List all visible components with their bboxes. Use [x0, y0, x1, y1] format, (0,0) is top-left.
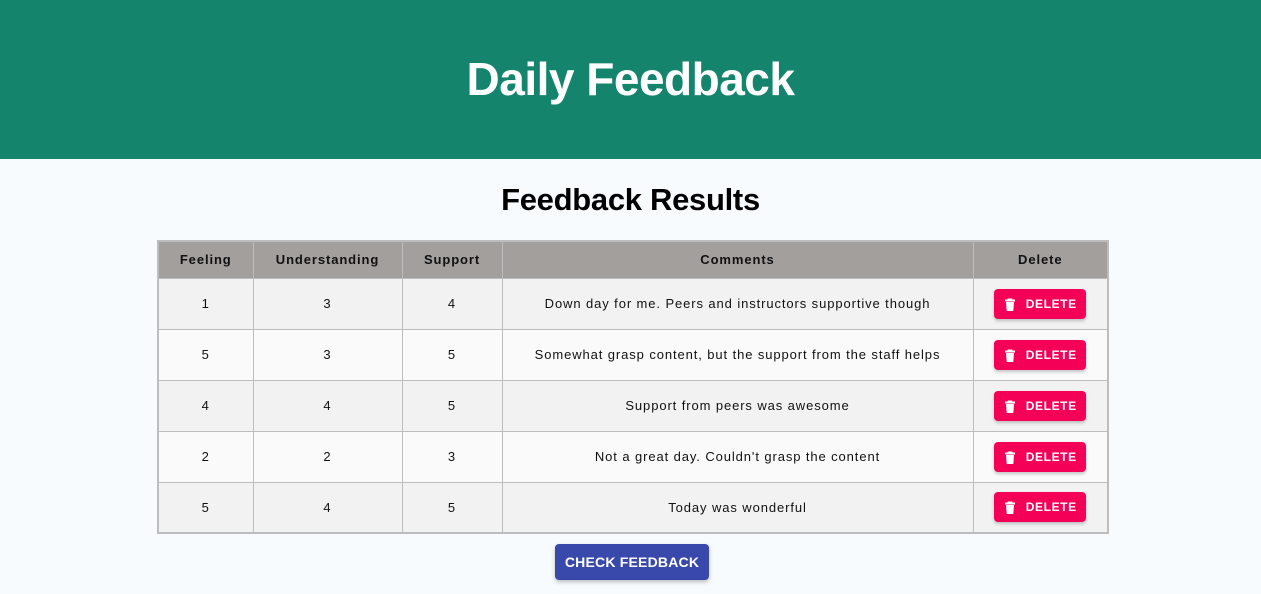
- feeling-cell: 1: [157, 277, 254, 330]
- delete-label: DELETE: [1025, 296, 1077, 311]
- comments-cell: Not a great day. Couldn't grasp the cont…: [501, 430, 974, 483]
- comments-cell: Somewhat grasp content, but the support …: [501, 328, 974, 381]
- delete-button[interactable]: DELETE: [994, 492, 1087, 523]
- understanding-cell: 4: [252, 481, 403, 534]
- column-header-feeling: Feeling: [157, 240, 254, 279]
- understanding-cell: 3: [252, 328, 403, 381]
- table-header-row: Feeling Understanding Support Comments D…: [157, 240, 1109, 279]
- delete-button[interactable]: DELETE: [994, 441, 1087, 472]
- table-row: 5 3 5 Somewhat grasp content, but the su…: [157, 328, 1109, 381]
- feeling-cell: 5: [157, 481, 254, 534]
- column-header-comments: Comments: [501, 240, 974, 279]
- comments-cell: Down day for me. Peers and instructors s…: [501, 277, 974, 330]
- table-row: 5 4 5 Today was wonderful DELETE: [157, 481, 1109, 534]
- trash-icon: [1004, 400, 1015, 413]
- column-header-support: Support: [401, 240, 503, 279]
- support-cell: 3: [401, 430, 503, 483]
- results-title: Feedback Results: [501, 182, 760, 217]
- delete-cell: DELETE: [972, 328, 1109, 381]
- support-cell: 5: [401, 481, 503, 534]
- app-header: Daily Feedback: [0, 0, 1261, 159]
- table-row: 2 2 3 Not a great day. Couldn't grasp th…: [157, 430, 1109, 483]
- trash-icon: [1004, 349, 1015, 362]
- delete-label: DELETE: [1025, 500, 1077, 515]
- support-cell: 4: [401, 277, 503, 330]
- feedback-results-table: Feeling Understanding Support Comments D…: [157, 240, 1109, 534]
- support-cell: 5: [401, 379, 503, 432]
- trash-icon: [1004, 451, 1015, 464]
- delete-cell: DELETE: [972, 277, 1109, 330]
- delete-cell: DELETE: [972, 379, 1109, 432]
- delete-label: DELETE: [1025, 449, 1077, 464]
- check-feedback-button[interactable]: CHECK FEEDBACK: [555, 544, 709, 580]
- support-cell: 5: [401, 328, 503, 381]
- trash-icon: [1004, 501, 1015, 515]
- feeling-cell: 2: [157, 430, 254, 483]
- delete-cell: DELETE: [972, 481, 1109, 534]
- delete-button[interactable]: DELETE: [994, 288, 1087, 319]
- understanding-cell: 2: [252, 430, 403, 483]
- page-title: Daily Feedback: [466, 52, 795, 105]
- understanding-cell: 4: [252, 379, 403, 432]
- delete-button[interactable]: DELETE: [994, 390, 1087, 421]
- trash-icon: [1004, 298, 1015, 311]
- table-row: 1 3 4 Down day for me. Peers and instruc…: [157, 277, 1109, 330]
- column-header-understanding: Understanding: [252, 240, 403, 279]
- feeling-cell: 5: [157, 328, 254, 381]
- understanding-cell: 3: [252, 277, 403, 330]
- delete-label: DELETE: [1025, 347, 1077, 362]
- feeling-cell: 4: [157, 379, 254, 432]
- comments-cell: Support from peers was awesome: [501, 379, 974, 432]
- delete-label: DELETE: [1025, 398, 1077, 413]
- column-header-delete: Delete: [972, 240, 1109, 279]
- delete-button[interactable]: DELETE: [994, 339, 1087, 370]
- table-row: 4 4 5 Support from peers was awesome DEL…: [157, 379, 1109, 432]
- comments-cell: Today was wonderful: [501, 481, 974, 534]
- delete-cell: DELETE: [972, 430, 1109, 483]
- results-table-container: Feeling Understanding Support Comments D…: [157, 240, 1109, 534]
